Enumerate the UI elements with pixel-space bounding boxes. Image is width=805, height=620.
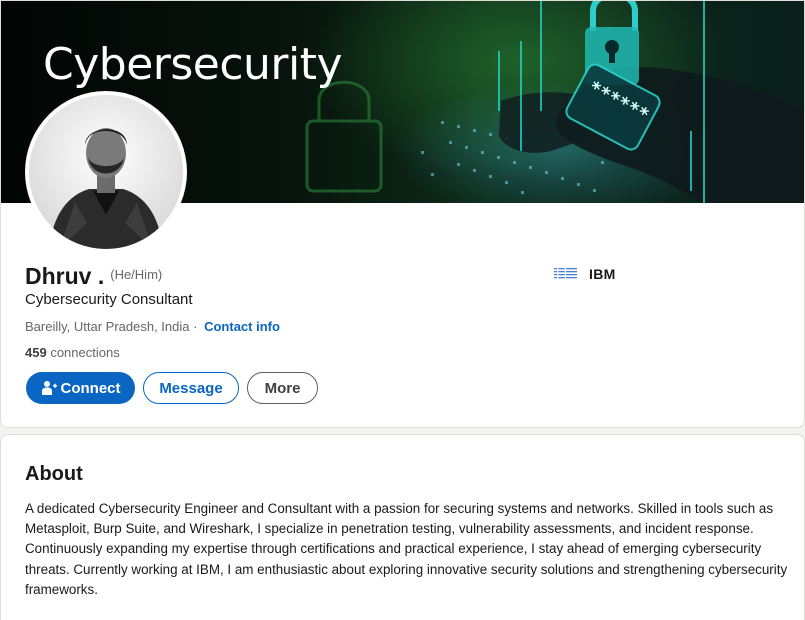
- current-company[interactable]: IBM: [554, 266, 616, 282]
- location-row: Bareilly, Uttar Pradesh, India · Contact…: [25, 319, 280, 334]
- about-text: A dedicated Cybersecurity Engineer and C…: [25, 501, 788, 597]
- contact-info-link[interactable]: Contact info: [204, 319, 280, 334]
- company-name: IBM: [589, 266, 616, 282]
- about-section: About A dedicated Cybersecurity Engineer…: [0, 434, 805, 620]
- profile-headline: Cybersecurity Consultant: [25, 291, 193, 308]
- connections-count[interactable]: 459 connections: [25, 345, 120, 360]
- connections-label: connections: [50, 345, 120, 360]
- banner-title: Cybersecurity: [43, 39, 343, 90]
- add-person-icon: [41, 381, 57, 395]
- location: Bareilly, Uttar Pradesh, India: [25, 319, 190, 334]
- name-row: Dhruv . (He/Him): [25, 263, 162, 290]
- avatar[interactable]: [25, 91, 187, 253]
- more-button[interactable]: More: [247, 372, 318, 404]
- connect-label: Connect: [60, 379, 121, 397]
- profile-card: ****** Cybersecurity Dhruv . (He/Him) Cy…: [0, 0, 805, 428]
- message-button[interactable]: Message: [143, 372, 239, 404]
- connect-button[interactable]: Connect: [26, 372, 135, 404]
- profile-photo: [29, 95, 183, 249]
- separator: ·: [193, 319, 198, 334]
- about-title: About: [25, 463, 83, 485]
- profile-name: Dhruv .: [25, 263, 105, 289]
- connections-number: 459: [25, 345, 47, 360]
- pronouns: (He/Him): [110, 267, 163, 282]
- ibm-logo-icon: [554, 267, 577, 281]
